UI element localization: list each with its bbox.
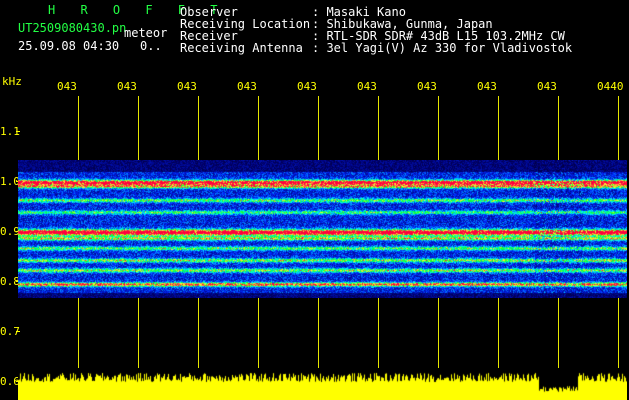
- time-tick-label: 043: [417, 80, 437, 93]
- time-tick-label: 043: [477, 80, 497, 93]
- time-tick-label: 043: [537, 80, 557, 93]
- type-label: meteor: [124, 26, 168, 40]
- file-name: UT2509080430.pn: [18, 21, 127, 35]
- date-time: 25.09.08 04:30: [18, 39, 120, 53]
- freq-tick-mark: [16, 331, 20, 332]
- antenna-value: : 3el Yagi(V) Az 330 for Vladivostok: [312, 41, 573, 55]
- signal-level-bars: [18, 368, 627, 400]
- waterfall-spectrogram: [18, 160, 627, 298]
- spectrogram-display: H R O F F T UT2509080430.pn meteor 25.09…: [0, 0, 629, 400]
- time-tick-label: 0440: [597, 80, 624, 93]
- antenna-label: Receiving Antenna: [180, 41, 303, 55]
- time-tick-label: 043: [357, 80, 377, 93]
- time-tick-label: 043: [177, 80, 197, 93]
- freq-tick-mark: [16, 131, 20, 132]
- count-label: 0..: [140, 39, 162, 53]
- time-tick-label: 043: [237, 80, 257, 93]
- time-tick-label: 043: [297, 80, 317, 93]
- time-tick-label: 043: [117, 80, 137, 93]
- axis-unit-label: kHz: [2, 75, 22, 88]
- time-tick-label: 043: [57, 80, 77, 93]
